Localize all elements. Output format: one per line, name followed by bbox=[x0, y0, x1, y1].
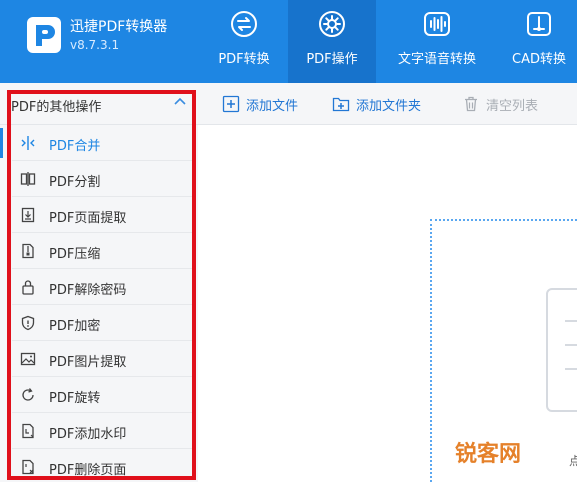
sidebar-item-rotate[interactable]: PDF旋转 bbox=[12, 377, 192, 413]
menu-item-label: PDF添加水印 bbox=[49, 427, 127, 442]
sidebar-item-merge[interactable]: PDF合并 bbox=[12, 125, 192, 161]
split-icon bbox=[20, 172, 36, 186]
menu-item-label: PDF加密 bbox=[49, 319, 101, 334]
unlock-icon bbox=[22, 280, 34, 295]
menu-item-label: PDF压缩 bbox=[49, 247, 101, 262]
page-extract-icon bbox=[21, 207, 35, 223]
tab-pdf-operations[interactable]: PDF操作 bbox=[288, 0, 376, 83]
tab-label: PDF转换 bbox=[218, 52, 270, 67]
sidebar-item-image-extract[interactable]: PDF图片提取 bbox=[12, 341, 192, 377]
app-name: 迅捷PDF转换器 bbox=[70, 19, 168, 35]
menu-item-label: PDF解除密码 bbox=[49, 283, 127, 298]
tab-pdf-convert[interactable]: PDF转换 bbox=[214, 0, 274, 83]
app-window: 迅捷PDF转换器 v8.7.3.1 PDF转换 PDF操作 文字语音转换 CAD… bbox=[0, 0, 577, 482]
operations-menu: PDF合并 PDF分割 PDF页面提取 PDF压缩 PDF解除密码 PDF加密 … bbox=[12, 125, 192, 482]
sidebar-header[interactable]: PDF的其他操作 bbox=[0, 83, 198, 125]
menu-item-label: PDF旋转 bbox=[49, 391, 101, 406]
shield-icon bbox=[21, 315, 35, 331]
watermark-icon bbox=[22, 423, 34, 439]
sidebar-item-delete-page[interactable]: PDF删除页面 bbox=[12, 449, 192, 482]
gear-icon bbox=[319, 11, 345, 37]
menu-item-label: PDF图片提取 bbox=[49, 355, 127, 370]
delete-page-icon bbox=[22, 459, 34, 475]
sidebar-item-unlock[interactable]: PDF解除密码 bbox=[12, 269, 192, 305]
tab-label: CAD转换 bbox=[512, 52, 566, 67]
add-file-label: 添加文件 bbox=[246, 98, 299, 114]
merge-icon bbox=[21, 136, 35, 150]
app-logo-icon bbox=[27, 17, 61, 53]
file-toolbar: 添加文件 添加文件夹 清空列表 bbox=[198, 83, 577, 125]
waveform-icon bbox=[424, 12, 450, 36]
trash-icon bbox=[465, 96, 477, 112]
document-lines bbox=[565, 320, 577, 386]
sidebar-item-compress[interactable]: PDF压缩 bbox=[12, 233, 192, 269]
sidebar-item-split[interactable]: PDF分割 bbox=[12, 161, 192, 197]
sidebar-title: PDF的其他操作 bbox=[11, 100, 102, 115]
sidebar-item-page-extract[interactable]: PDF页面提取 bbox=[12, 197, 192, 233]
site-watermark: 锐客网 bbox=[455, 442, 522, 467]
menu-item-label: PDF合并 bbox=[49, 139, 101, 154]
add-file-icon bbox=[222, 95, 240, 113]
app-version: v8.7.3.1 bbox=[70, 38, 120, 52]
sidebar-item-encrypt[interactable]: PDF加密 bbox=[12, 305, 192, 341]
clear-list-button[interactable]: 清空列表 bbox=[462, 94, 538, 114]
rotate-icon bbox=[22, 388, 34, 401]
convert-icon bbox=[231, 11, 257, 37]
add-folder-label: 添加文件夹 bbox=[356, 98, 422, 114]
menu-item-label: PDF页面提取 bbox=[49, 211, 127, 226]
sidebar: PDF的其他操作 PDF合并 PDF分割 PDF页面提取 PDF压缩 PDF解除… bbox=[0, 83, 198, 482]
chevron-up-icon[interactable] bbox=[174, 97, 186, 105]
add-file-button[interactable]: 添加文件 bbox=[222, 94, 298, 114]
image-icon bbox=[20, 352, 36, 366]
compress-icon bbox=[22, 243, 34, 259]
sidebar-item-watermark[interactable]: PDF添加水印 bbox=[12, 413, 192, 449]
active-indicator bbox=[0, 128, 3, 158]
add-folder-button[interactable]: 添加文件夹 bbox=[332, 94, 421, 114]
tab-text-speech[interactable]: 文字语音转换 bbox=[392, 0, 482, 83]
tab-label: 文字语音转换 bbox=[397, 52, 476, 67]
menu-item-label: PDF分割 bbox=[49, 175, 101, 190]
tab-label: PDF操作 bbox=[306, 52, 358, 67]
menu-item-label: PDF删除页面 bbox=[49, 463, 127, 478]
tab-cad-convert[interactable]: CAD转换 bbox=[507, 0, 571, 83]
header-bar: 迅捷PDF转换器 v8.7.3.1 PDF转换 PDF操作 文字语音转换 CAD… bbox=[0, 0, 577, 83]
cad-icon bbox=[527, 12, 551, 36]
drop-hint-text: 点 bbox=[569, 454, 577, 468]
clear-list-label: 清空列表 bbox=[486, 98, 539, 114]
add-folder-icon bbox=[332, 97, 350, 112]
